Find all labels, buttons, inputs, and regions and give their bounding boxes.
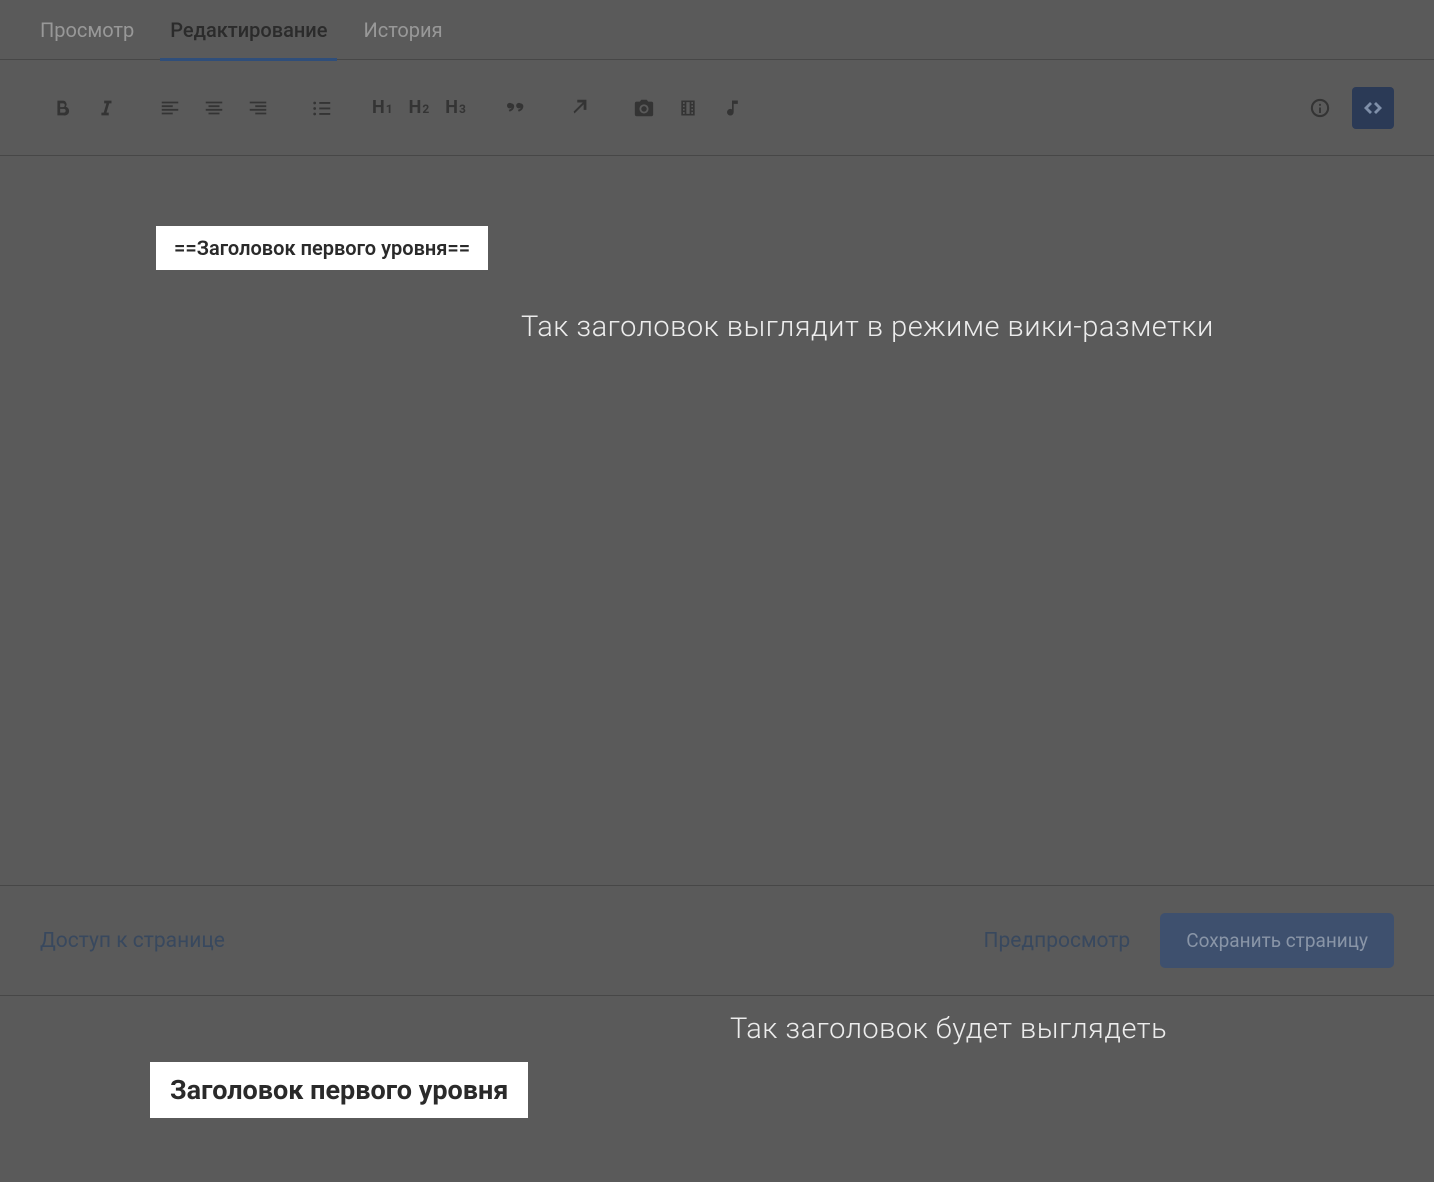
arrow-up-right-icon: [569, 97, 591, 119]
footer-right: Предпросмотр Сохранить страницу: [984, 913, 1394, 968]
editor-area[interactable]: ==Заголовок первого уровня== Так заголов…: [0, 156, 1434, 886]
preview-link[interactable]: Предпросмотр: [984, 929, 1131, 953]
italic-icon: [95, 97, 117, 119]
quote-button[interactable]: [502, 94, 530, 122]
film-icon: [678, 98, 698, 118]
tab-edit[interactable]: Редактирование: [170, 0, 327, 60]
heading1-button[interactable]: H1: [372, 97, 393, 118]
list-button[interactable]: [308, 94, 336, 122]
page-access-link[interactable]: Доступ к странице: [40, 929, 225, 953]
quote-icon: [505, 97, 527, 119]
rendered-area: Так заголовок будет выглядеть Заголовок …: [0, 996, 1434, 1182]
align-center-icon: [203, 97, 225, 119]
save-page-button[interactable]: Сохранить страницу: [1160, 913, 1394, 968]
code-icon: [1361, 96, 1385, 120]
photo-button[interactable]: [630, 94, 658, 122]
align-left-button[interactable]: [156, 94, 184, 122]
camera-icon: [633, 97, 655, 119]
align-right-icon: [247, 97, 269, 119]
align-right-button[interactable]: [244, 94, 272, 122]
music-icon: [722, 98, 742, 118]
tabs-bar: Просмотр Редактирование История: [0, 0, 1434, 60]
info-button[interactable]: [1306, 94, 1334, 122]
annotation-markup: Так заголовок выглядит в режиме вики-раз…: [521, 306, 1214, 348]
bold-button[interactable]: [48, 94, 76, 122]
wiki-markup-sample: ==Заголовок первого уровня==: [156, 226, 488, 270]
heading3-button[interactable]: H3: [445, 97, 466, 118]
align-left-icon: [159, 97, 181, 119]
tab-view[interactable]: Просмотр: [40, 0, 134, 60]
link-button[interactable]: [566, 94, 594, 122]
toolbar-left: H1 H2 H3: [48, 94, 770, 122]
align-center-button[interactable]: [200, 94, 228, 122]
heading2-button[interactable]: H2: [409, 97, 430, 118]
editor-toolbar: H1 H2 H3: [0, 60, 1434, 156]
italic-button[interactable]: [92, 94, 120, 122]
tab-history[interactable]: История: [363, 0, 442, 60]
footer-bar: Доступ к странице Предпросмотр Сохранить…: [0, 886, 1434, 996]
video-button[interactable]: [674, 94, 702, 122]
audio-button[interactable]: [718, 94, 746, 122]
list-icon: [311, 97, 333, 119]
info-icon: [1309, 97, 1331, 119]
rendered-heading-sample: Заголовок первого уровня: [150, 1062, 528, 1118]
annotation-rendered: Так заголовок будет выглядеть: [730, 1008, 1167, 1050]
bold-icon: [51, 97, 73, 119]
wiki-markup-toggle[interactable]: [1352, 87, 1394, 129]
toolbar-right: [1306, 87, 1394, 129]
